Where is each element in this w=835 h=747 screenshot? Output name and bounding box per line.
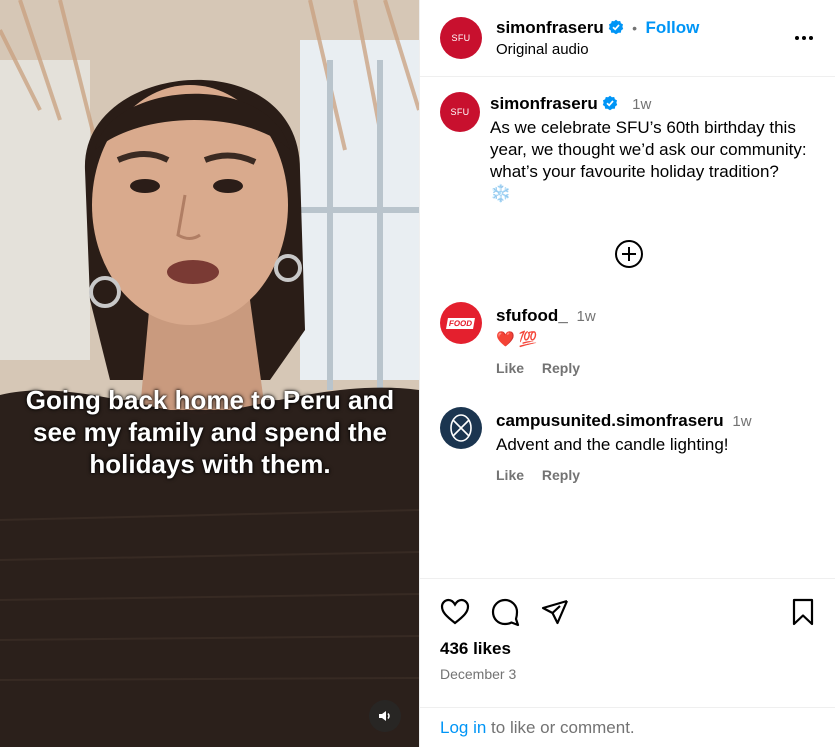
comment-avatar[interactable]: FOOD	[440, 302, 482, 344]
mute-button[interactable]	[369, 700, 401, 732]
more-options-icon[interactable]	[792, 26, 816, 50]
comment-username[interactable]: campusunited.simonfraseru	[496, 411, 724, 430]
caption-username[interactable]: simonfraseru	[490, 94, 598, 113]
video-caption: Going back home to Peru and see my famil…	[25, 385, 395, 479]
post-panel: SFU simonfraseru • Follow Original audio…	[419, 0, 835, 747]
snowflake-emoji: ❄️	[490, 184, 512, 203]
campus-logo-icon	[450, 414, 472, 442]
reel-video[interactable]: Going back home to Peru and see my famil…	[0, 0, 419, 747]
author-avatar[interactable]: SFU	[440, 17, 482, 59]
login-prompt: Log in to like or comment.	[420, 707, 835, 747]
share-icon[interactable]	[540, 597, 570, 627]
comment-time[interactable]: 1w	[732, 413, 751, 430]
heart-icon[interactable]	[440, 597, 470, 627]
login-link[interactable]: Log in	[440, 718, 486, 737]
header-separator: •	[632, 20, 638, 36]
post-actions: 436 likes December 3 Log in to like or c…	[420, 578, 835, 747]
post-date[interactable]: December 3	[440, 666, 516, 682]
comment-reply-button[interactable]: Reply	[542, 467, 580, 483]
comment-like-button[interactable]: Like	[496, 467, 524, 483]
audio-label[interactable]: Original audio	[496, 41, 589, 58]
comment-time[interactable]: 1w	[577, 308, 596, 325]
caption-avatar[interactable]: SFU	[440, 92, 480, 132]
comment-avatar[interactable]	[440, 407, 482, 449]
login-prompt-text: to like or comment.	[486, 718, 635, 737]
comment-icon[interactable]	[490, 597, 520, 627]
caption-time[interactable]: 1w	[632, 96, 651, 113]
avatar-text: SFU	[450, 107, 470, 117]
caption-body: As we celebrate SFU’s 60th birthday this…	[490, 118, 807, 181]
comment-username[interactable]: sfufood_	[496, 306, 568, 325]
comment-text: ❤️ 💯	[496, 331, 538, 348]
post-header: SFU simonfraseru • Follow Original audio	[420, 0, 835, 77]
verified-badge-icon	[608, 19, 623, 35]
author-username[interactable]: simonfraseru	[496, 18, 604, 37]
plus-circle-icon[interactable]	[614, 239, 644, 269]
comment-reply-button[interactable]: Reply	[542, 360, 580, 376]
caption-text: As we celebrate SFU’s 60th birthday this…	[490, 117, 820, 205]
follow-button[interactable]: Follow	[646, 18, 700, 37]
likes-count[interactable]: 436 likes	[440, 639, 511, 659]
comment-text: Advent and the candle lighting!	[496, 435, 729, 454]
speaker-icon	[379, 711, 390, 721]
verified-badge-icon	[602, 95, 617, 111]
comment-like-button[interactable]: Like	[496, 360, 524, 376]
avatar-text: FOOD	[446, 317, 476, 329]
avatar-text: SFU	[451, 33, 471, 43]
bookmark-icon[interactable]	[788, 597, 818, 627]
video-frame	[0, 0, 419, 747]
